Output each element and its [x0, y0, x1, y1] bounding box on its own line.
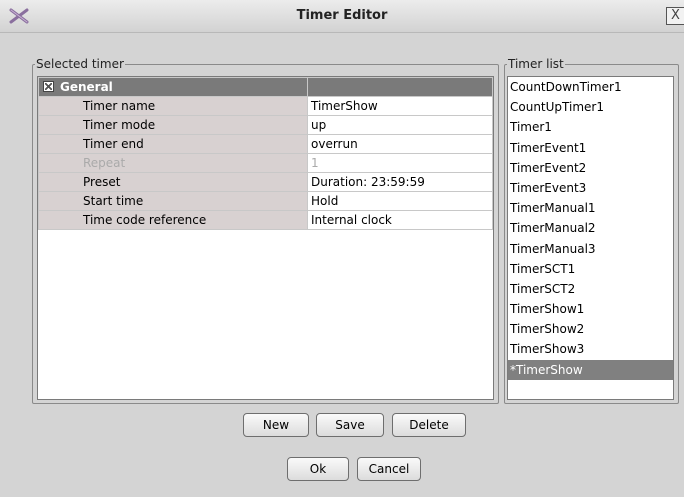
list-item[interactable]: TimerShow1: [508, 299, 673, 319]
new-button[interactable]: New: [243, 413, 309, 437]
title-bar: Timer Editor X: [0, 0, 684, 33]
property-grid: General Timer name TimerShow Timer mode …: [37, 76, 494, 400]
property-name: Preset: [38, 172, 308, 192]
property-name: Timer end: [38, 134, 308, 154]
property-row[interactable]: Timer end overrun: [38, 134, 493, 154]
property-value[interactable]: up: [307, 115, 493, 135]
list-item[interactable]: TimerShow3: [508, 339, 673, 359]
list-item[interactable]: Timer1: [508, 117, 673, 137]
property-value[interactable]: overrun: [307, 134, 493, 154]
list-item[interactable]: CountDownTimer1: [508, 77, 673, 97]
list-item[interactable]: TimerEvent2: [508, 158, 673, 178]
save-button[interactable]: Save: [316, 413, 384, 437]
list-item[interactable]: TimerSCT2: [508, 279, 673, 299]
property-row[interactable]: Preset Duration: 23:59:59: [38, 172, 493, 192]
ok-button[interactable]: Ok: [287, 457, 349, 481]
property-name: Timer name: [38, 96, 308, 116]
timer-list-legend: Timer list: [508, 57, 564, 71]
property-row-disabled: Repeat 1: [38, 153, 493, 173]
window-title: Timer Editor: [296, 8, 388, 23]
cancel-button[interactable]: Cancel: [357, 457, 421, 481]
property-row[interactable]: Timer name TimerShow: [38, 96, 493, 116]
list-item[interactable]: TimerEvent1: [508, 138, 673, 158]
property-value[interactable]: Duration: 23:59:59: [307, 172, 493, 192]
property-value[interactable]: Internal clock: [307, 210, 493, 230]
delete-button[interactable]: Delete: [392, 413, 466, 437]
close-button[interactable]: X: [666, 7, 684, 25]
list-item[interactable]: TimerSCT1: [508, 259, 673, 279]
section-row-general[interactable]: General: [38, 77, 493, 97]
property-row[interactable]: Time code reference Internal clock: [38, 210, 493, 230]
property-row[interactable]: Start time Hold: [38, 191, 493, 211]
property-name: Time code reference: [38, 210, 308, 230]
property-row[interactable]: Timer mode up: [38, 115, 493, 135]
section-label: General: [60, 80, 113, 94]
list-item[interactable]: TimerManual3: [508, 239, 673, 259]
selected-timer-legend: Selected timer: [36, 57, 124, 71]
property-name: Repeat: [38, 153, 308, 173]
property-value: 1: [307, 153, 493, 173]
list-item[interactable]: TimerManual1: [508, 198, 673, 218]
property-name: Start time: [38, 191, 308, 211]
timer-list[interactable]: CountDownTimer1 CountUpTimer1 Timer1 Tim…: [507, 76, 674, 400]
list-item[interactable]: TimerEvent3: [508, 178, 673, 198]
list-item[interactable]: TimerManual2: [508, 218, 673, 238]
collapse-toggle-icon[interactable]: [43, 81, 54, 92]
property-name: Timer mode: [38, 115, 308, 135]
list-item[interactable]: TimerShow2: [508, 319, 673, 339]
property-value[interactable]: Hold: [307, 191, 493, 211]
list-item-selected[interactable]: *TimerShow: [508, 359, 673, 380]
property-value[interactable]: TimerShow: [307, 96, 493, 116]
list-item[interactable]: CountUpTimer1: [508, 97, 673, 117]
